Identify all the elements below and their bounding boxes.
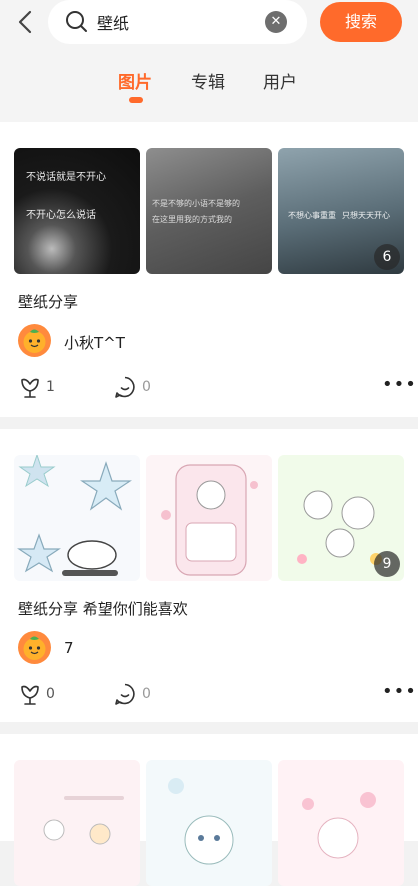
comment-count: 0 <box>142 379 151 395</box>
search-header: 壁纸 ✕ 搜索 图片 专辑 用户 <box>0 0 418 122</box>
post-card[interactable]: 9 壁纸分享 希望你们能喜欢 7 0 0 ••• <box>0 429 418 722</box>
more-options-icon[interactable]: ••• <box>382 681 417 702</box>
post-title[interactable]: 壁纸分享 <box>18 291 78 312</box>
comment-icon[interactable] <box>113 375 137 399</box>
comment-icon[interactable] <box>113 682 137 706</box>
thumbnail-text: 只想天天开心 <box>342 211 390 220</box>
post-card[interactable] <box>0 734 418 886</box>
result-tabs: 图片 专辑 用户 <box>0 64 418 108</box>
post-thumbnail[interactable] <box>14 760 140 886</box>
like-flower-icon[interactable] <box>18 375 42 399</box>
star-wallpaper-image <box>17 455 132 576</box>
search-input[interactable]: 壁纸 ✕ <box>48 0 307 44</box>
like-count: 1 <box>46 379 55 395</box>
cute-wallpaper-image <box>43 796 124 845</box>
thumbnail-text: 不说话就是不开心 <box>26 172 106 183</box>
post-thumbnail[interactable] <box>146 455 272 581</box>
clear-search-icon[interactable]: ✕ <box>265 11 287 33</box>
post-thumbnail[interactable] <box>146 760 272 886</box>
orange-avatar-icon <box>23 636 46 660</box>
back-arrow-icon[interactable] <box>14 8 38 36</box>
post-card[interactable]: 不说话就是不开心 不开心怎么说话 不是不够的小语不是够的 在这里用我的方式我的 … <box>0 122 418 417</box>
comment-count: 0 <box>142 686 151 702</box>
author-name[interactable]: 7 <box>64 639 74 657</box>
post-thumbnail[interactable]: 不说话就是不开心 不开心怎么说话 <box>14 148 140 274</box>
thumbnail-text: 在这里用我的方式我的 <box>152 215 232 224</box>
avatar[interactable] <box>18 631 51 664</box>
thumbnail-text: 不想心事重重 <box>288 211 336 220</box>
thumbnail-text: 不开心怎么说话 <box>26 210 96 221</box>
anime-wallpaper-image <box>168 778 234 865</box>
cute-wallpaper-image <box>161 464 258 576</box>
cute-wallpaper-image <box>302 792 376 859</box>
avatar[interactable] <box>18 324 51 357</box>
image-count-badge: 9 <box>374 551 400 577</box>
search-icon <box>66 11 87 32</box>
orange-avatar-icon <box>23 329 46 353</box>
post-title[interactable]: 壁纸分享 希望你们能喜欢 <box>18 598 188 619</box>
post-thumbnail[interactable]: 不是不够的小语不是够的 在这里用我的方式我的 <box>146 148 272 274</box>
search-button[interactable]: 搜索 <box>320 2 402 42</box>
author-name[interactable]: 小秋T^T <box>64 332 125 353</box>
search-query-text: 壁纸 <box>97 14 130 33</box>
like-count: 0 <box>46 686 55 702</box>
post-thumbnail[interactable]: 不想心事重重 只想天天开心 6 <box>278 148 404 274</box>
tab-users[interactable]: 用户 <box>263 68 297 93</box>
active-tab-indicator <box>129 97 143 103</box>
more-options-icon[interactable]: ••• <box>382 374 417 395</box>
tab-images[interactable]: 图片 <box>118 68 152 93</box>
tab-albums[interactable]: 专辑 <box>191 68 225 93</box>
thumbnail-text: 不是不够的小语不是够的 <box>152 199 240 208</box>
like-flower-icon[interactable] <box>18 682 42 706</box>
post-thumbnail[interactable]: 9 <box>278 455 404 581</box>
image-count-badge: 6 <box>374 244 400 270</box>
post-thumbnail[interactable] <box>278 760 404 886</box>
post-thumbnail[interactable] <box>14 455 140 581</box>
